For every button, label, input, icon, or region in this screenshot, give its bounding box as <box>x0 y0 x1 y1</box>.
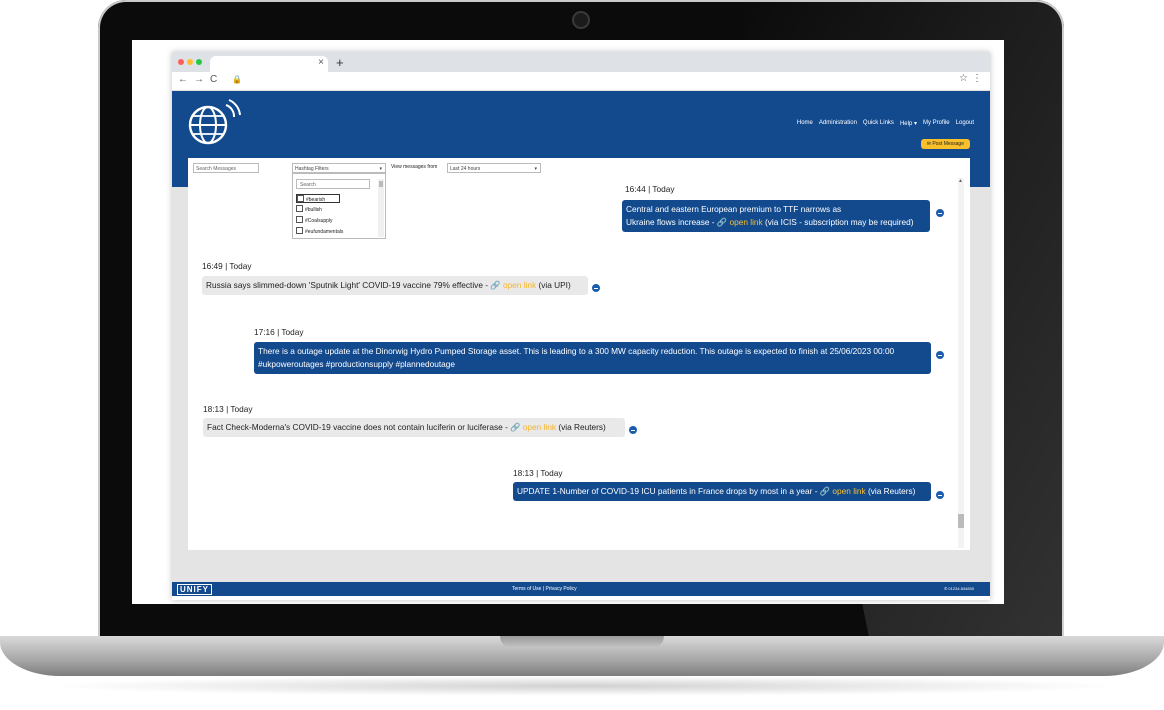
remove-message-icon[interactable] <box>936 491 944 499</box>
checkbox[interactable] <box>296 227 303 234</box>
nav-home[interactable]: Home <box>797 120 813 127</box>
nav-my-profile[interactable]: My Profile <box>923 120 950 127</box>
hashtag-search-input[interactable]: Search <box>296 179 370 189</box>
remove-message-icon[interactable] <box>629 426 637 434</box>
message-panel: Search Messages Hashtag Filters ▾ View m… <box>188 158 970 550</box>
scroll-up-icon[interactable]: ▲ <box>958 178 963 184</box>
address-bar[interactable]: ← → C 🔒 ☆ ⋮ <box>172 72 990 91</box>
footer-separator: | <box>542 586 545 592</box>
message-bubble: Fact Check-Moderna's COVID-19 vaccine do… <box>203 418 625 437</box>
open-link[interactable]: 🔗 open link <box>820 486 866 496</box>
new-tab-button[interactable]: + <box>336 55 344 70</box>
message-bubble: There is a outage update at the Dinorwig… <box>254 342 931 374</box>
time-range-select[interactable]: Last 24 hours ▾ <box>447 163 541 173</box>
nav-logout[interactable]: Logout <box>956 120 974 127</box>
terms-of-use-link[interactable]: Terms of Use <box>512 586 541 592</box>
open-link[interactable]: 🔗 open link <box>717 217 763 227</box>
hashtag-option[interactable]: #bearish <box>296 194 340 203</box>
remove-message-icon[interactable] <box>592 284 600 292</box>
chevron-down-icon: ▾ <box>534 166 537 172</box>
checkbox[interactable] <box>296 205 303 212</box>
nav-help[interactable]: Help ▾ <box>900 120 917 127</box>
message-time: 18:13 | Today <box>203 404 253 414</box>
bookmark-star-icon[interactable]: ☆ <box>959 73 968 84</box>
close-window-button[interactable] <box>178 59 184 65</box>
close-tab-icon[interactable]: × <box>318 57 324 68</box>
privacy-policy-link[interactable]: Privacy Policy <box>546 586 577 592</box>
forward-icon[interactable]: → <box>194 74 204 85</box>
laptop-notch <box>500 636 664 648</box>
main-nav: Home Administration Quick Links Help ▾ M… <box>797 120 974 127</box>
browser-tab[interactable]: × <box>210 56 328 72</box>
laptop-screen: × + ← → C 🔒 ☆ ⋮ Home Administration Quic… <box>132 40 1004 604</box>
message-bubble: Central and eastern European premium to … <box>622 200 930 232</box>
remove-message-icon[interactable] <box>936 351 944 359</box>
hashtag-filter-label: Hashtag Filters <box>295 166 329 172</box>
browser-tabbar: × + <box>172 52 990 72</box>
message-bubble: UPDATE 1-Number of COVID-19 ICU patients… <box>513 482 931 501</box>
nav-quick-links[interactable]: Quick Links <box>863 120 894 127</box>
reload-icon[interactable]: C <box>210 74 217 85</box>
remove-message-icon[interactable] <box>936 209 944 217</box>
hashtag-option[interactable]: #bullish <box>296 205 370 214</box>
lock-icon: 🔒 <box>232 75 242 84</box>
webcam <box>574 13 588 27</box>
phone-number: ✆ 01234 834830 <box>943 586 974 591</box>
time-range-value: Last 24 hours <box>450 166 481 172</box>
hashtag-option[interactable]: #eufundamentals <box>296 227 370 236</box>
message-time: 16:44 | Today <box>625 184 675 194</box>
back-icon[interactable]: ← <box>178 74 188 85</box>
scroll-thumb[interactable] <box>379 181 383 187</box>
message-time: 18:13 | Today <box>513 468 563 478</box>
checkbox[interactable] <box>296 216 303 223</box>
view-messages-label: View messages from <box>391 164 438 170</box>
nav-administration[interactable]: Administration <box>819 120 857 127</box>
hashtag-dropdown: Search #bearish #bullish #Coalsupply #eu… <box>292 173 386 239</box>
browser-menu-icon[interactable]: ⋮ <box>972 73 982 84</box>
search-messages-input[interactable]: Search Messages <box>193 163 259 173</box>
footer-links: Terms of Use | Privacy Policy <box>512 586 577 592</box>
open-link[interactable]: 🔗 open link <box>510 422 556 432</box>
browser-window: × + ← → C 🔒 ☆ ⋮ Home Administration Quic… <box>172 52 990 600</box>
app-footer: UNIFY Terms of Use | Privacy Policy ✆ 01… <box>172 582 990 596</box>
open-link[interactable]: 🔗 open link <box>490 280 536 290</box>
post-message-button[interactable]: ✉ Post Message <box>920 139 970 149</box>
globe-signal-logo-icon[interactable] <box>186 99 242 147</box>
hashtags[interactable]: #ukpoweroutages #productionsupply #plann… <box>258 359 455 369</box>
maximize-window-button[interactable] <box>196 59 202 65</box>
checkbox[interactable] <box>297 195 304 202</box>
laptop-shadow <box>40 676 1124 696</box>
scroll-thumb[interactable] <box>958 514 964 528</box>
message-time: 17:16 | Today <box>254 327 304 337</box>
message-scrollbar[interactable]: ▲ <box>958 178 964 548</box>
message-time: 16:49 | Today <box>202 261 252 271</box>
message-bubble: Russia says slimmed-down 'Sputnik Light'… <box>202 276 588 295</box>
unify-logo: UNIFY <box>177 584 212 595</box>
minimize-window-button[interactable] <box>187 59 193 65</box>
hashtag-option[interactable]: #Coalsupply <box>296 216 370 225</box>
dropdown-scrollbar[interactable] <box>378 179 384 237</box>
hashtag-filter-select[interactable]: Hashtag Filters ▾ <box>292 163 386 173</box>
